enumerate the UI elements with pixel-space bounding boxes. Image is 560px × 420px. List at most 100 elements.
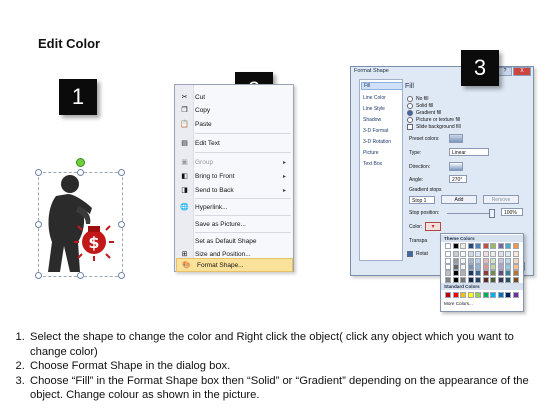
- category-fill[interactable]: Fill: [361, 82, 403, 90]
- color-swatch[interactable]: [497, 270, 504, 277]
- color-swatch[interactable]: [475, 257, 481, 264]
- color-swatch[interactable]: [452, 257, 459, 264]
- help-button[interactable]: ?: [498, 67, 512, 76]
- color-swatch[interactable]: [482, 257, 489, 264]
- color-swatch[interactable]: [512, 270, 519, 277]
- solid-fill-radio[interactable]: Solid fill: [407, 103, 433, 109]
- standard-color-swatch[interactable]: [512, 292, 519, 298]
- no-fill-radio[interactable]: No fill: [407, 96, 429, 102]
- color-swatch[interactable]: [460, 276, 466, 283]
- fill-color-button[interactable]: ▾: [425, 222, 441, 231]
- color-swatch[interactable]: [482, 270, 489, 277]
- color-swatch[interactable]: [490, 243, 496, 249]
- color-swatch[interactable]: [497, 276, 504, 283]
- color-swatch[interactable]: [475, 251, 481, 258]
- color-swatch[interactable]: [490, 257, 496, 264]
- standard-color-swatch[interactable]: [482, 292, 489, 298]
- menu-item-save-as-picture[interactable]: Save as Picture...: [175, 218, 293, 230]
- category-3d-rotation[interactable]: 3-D Rotation: [363, 139, 391, 145]
- color-swatch[interactable]: [505, 251, 511, 258]
- color-swatch[interactable]: [467, 263, 474, 270]
- menu-item-hyperlink[interactable]: 🌐 Hyperlink...: [175, 201, 293, 213]
- remove-stop-button[interactable]: Remove: [483, 195, 519, 204]
- color-swatch[interactable]: [452, 263, 459, 270]
- standard-color-swatch[interactable]: [497, 292, 504, 298]
- color-swatch[interactable]: [475, 276, 481, 283]
- color-swatch[interactable]: [512, 276, 519, 283]
- gradient-fill-radio[interactable]: Gradient fill: [407, 110, 441, 116]
- color-swatch[interactable]: [467, 270, 474, 277]
- menu-item-group[interactable]: ▣ Group ▸: [175, 156, 293, 168]
- rotation-handle[interactable]: [76, 158, 85, 167]
- slide-background-fill-check[interactable]: Slide background fill: [407, 124, 461, 130]
- standard-color-swatch[interactable]: [452, 292, 459, 298]
- color-swatch[interactable]: [452, 270, 459, 277]
- color-swatch[interactable]: [445, 257, 451, 264]
- type-select[interactable]: Linear: [449, 148, 489, 156]
- menu-item-cut[interactable]: ✂ Cut: [175, 91, 293, 103]
- color-swatch[interactable]: [505, 257, 511, 264]
- color-swatch[interactable]: [497, 243, 504, 249]
- more-colors-link[interactable]: More Colors...: [444, 301, 473, 306]
- menu-item-bring-to-front[interactable]: ◧ Bring to Front ▸: [175, 170, 293, 182]
- add-stop-button[interactable]: Add: [441, 195, 477, 204]
- category-line-style[interactable]: Line Style: [363, 106, 385, 112]
- color-swatch[interactable]: [482, 243, 489, 249]
- stop-position-field[interactable]: 100%: [501, 208, 523, 216]
- color-swatch[interactable]: [482, 251, 489, 258]
- color-swatch[interactable]: [445, 243, 451, 249]
- color-swatch[interactable]: [505, 270, 511, 277]
- color-swatch[interactable]: [445, 251, 451, 258]
- category-text-box[interactable]: Text Box: [363, 161, 382, 167]
- menu-item-set-default-shape[interactable]: Set as Default Shape: [175, 235, 293, 247]
- color-swatch[interactable]: [460, 257, 466, 264]
- menu-item-format-shape[interactable]: 🎨 Format Shape...: [176, 258, 293, 272]
- color-swatch[interactable]: [497, 257, 504, 264]
- color-swatch[interactable]: [445, 276, 451, 283]
- menu-item-paste[interactable]: 📋 Paste: [175, 118, 293, 130]
- color-swatch[interactable]: [460, 251, 466, 258]
- color-swatch[interactable]: [467, 257, 474, 264]
- color-swatch[interactable]: [475, 263, 481, 270]
- menu-item-copy[interactable]: ❐ Copy: [175, 104, 293, 116]
- color-swatch[interactable]: [505, 243, 511, 249]
- color-swatch[interactable]: [445, 263, 451, 270]
- color-swatch[interactable]: [512, 257, 519, 264]
- slider-thumb[interactable]: [489, 209, 495, 218]
- standard-color-swatch[interactable]: [460, 292, 466, 298]
- color-swatch[interactable]: [490, 270, 496, 277]
- color-swatch[interactable]: [490, 276, 496, 283]
- color-swatch[interactable]: [497, 263, 504, 270]
- category-shadow[interactable]: Shadow: [363, 117, 381, 123]
- color-swatch[interactable]: [452, 276, 459, 283]
- color-swatch[interactable]: [467, 243, 474, 249]
- standard-color-swatch[interactable]: [490, 292, 496, 298]
- color-swatch[interactable]: [490, 251, 496, 258]
- menu-item-send-to-back[interactable]: ◨ Send to Back ▸: [175, 184, 293, 196]
- color-swatch[interactable]: [460, 270, 466, 277]
- angle-field[interactable]: 270°: [449, 175, 467, 183]
- color-swatch[interactable]: [475, 270, 481, 277]
- rotate-with-shape-check[interactable]: Rotat: [407, 251, 428, 257]
- menu-item-edit-text[interactable]: ▤ Edit Text: [175, 137, 293, 149]
- color-swatch[interactable]: [482, 276, 489, 283]
- color-swatch[interactable]: [490, 263, 496, 270]
- standard-color-swatch[interactable]: [475, 292, 481, 298]
- color-swatch[interactable]: [475, 243, 481, 249]
- category-line-color[interactable]: Line Color: [363, 95, 386, 101]
- standard-color-swatch[interactable]: [445, 292, 451, 298]
- close-button[interactable]: X: [513, 67, 531, 76]
- color-swatch[interactable]: [452, 251, 459, 258]
- color-swatch[interactable]: [460, 243, 466, 249]
- preset-colors-button[interactable]: [449, 134, 463, 143]
- color-swatch[interactable]: [467, 251, 474, 258]
- color-swatch[interactable]: [497, 251, 504, 258]
- picture-texture-fill-radio[interactable]: Picture or texture fill: [407, 117, 460, 123]
- color-swatch[interactable]: [512, 251, 519, 258]
- category-picture[interactable]: Picture: [363, 150, 379, 156]
- person-money-bag-icon[interactable]: $: [38, 172, 123, 277]
- category-3d-format[interactable]: 3-D Format: [363, 128, 388, 134]
- direction-button[interactable]: [449, 162, 463, 171]
- color-swatch[interactable]: [482, 263, 489, 270]
- color-swatch[interactable]: [505, 263, 511, 270]
